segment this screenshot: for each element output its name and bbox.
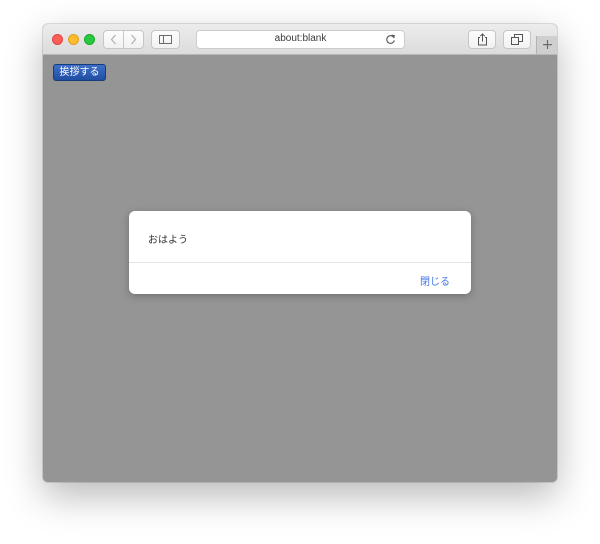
minimize-window-button[interactable]	[68, 34, 79, 45]
new-tab-button[interactable]: +	[536, 36, 557, 54]
browser-window: about:blank + 挨拶する おはよう 閉じる	[43, 24, 557, 482]
close-button[interactable]: 閉じる	[420, 273, 450, 288]
toolbar: about:blank +	[43, 24, 557, 55]
reload-icon[interactable]	[385, 34, 396, 45]
chevron-left-icon	[110, 34, 116, 45]
address-bar[interactable]: about:blank	[196, 30, 405, 49]
tabs-overview-icon	[511, 34, 523, 45]
alert-dialog: おはよう 閉じる	[129, 211, 471, 294]
greet-button[interactable]: 挨拶する	[53, 64, 106, 81]
tab-overview-button[interactable]	[503, 30, 531, 49]
sidebar-button[interactable]	[151, 30, 180, 49]
close-window-button[interactable]	[52, 34, 63, 45]
dialog-message: おはよう	[148, 235, 188, 246]
page-content: 挨拶する おはよう 閉じる	[43, 55, 557, 482]
dialog-divider	[129, 262, 471, 263]
address-text: about:blank	[274, 33, 327, 44]
forward-button[interactable]	[123, 30, 144, 49]
share-button[interactable]	[468, 30, 496, 49]
back-button[interactable]	[103, 30, 124, 49]
zoom-window-button[interactable]	[84, 34, 95, 45]
share-icon	[477, 33, 487, 46]
sidebar-icon	[159, 35, 172, 44]
chevron-right-icon	[131, 34, 137, 45]
